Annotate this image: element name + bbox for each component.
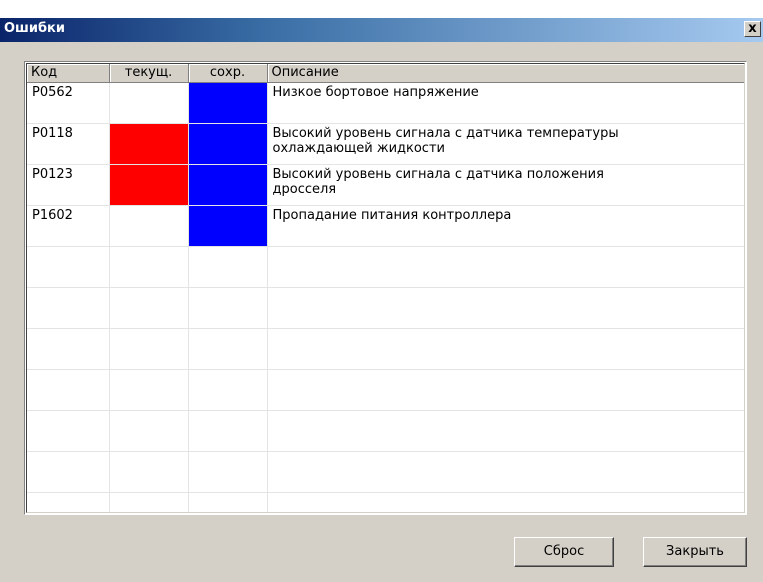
current-indicator: [109, 205, 189, 247]
current-indicator: [109, 123, 189, 165]
error-code-cell: P0123: [27, 164, 110, 206]
saved-indicator: [188, 82, 268, 124]
close-button[interactable]: Закрыть: [643, 537, 747, 567]
empty-row: [27, 369, 744, 411]
table-header: Код текущ. сохр. Описание: [27, 64, 744, 83]
empty-cell: [188, 451, 268, 493]
error-description: Пропадание питания контроллера: [272, 207, 512, 223]
empty-row: [27, 492, 744, 512]
table-row[interactable]: P1602 Пропадание питания контроллера: [27, 205, 744, 247]
empty-cell: [109, 451, 189, 493]
empty-cell: [27, 369, 110, 411]
column-header-saved[interactable]: сохр.: [188, 64, 268, 83]
empty-cell: [188, 287, 268, 329]
errors-list[interactable]: Код текущ. сохр. Описание P0562 Низкое бо…: [24, 61, 747, 515]
empty-cell: [188, 328, 268, 370]
empty-cell: [109, 287, 189, 329]
error-description-cell: Пропадание питания контроллера: [267, 205, 744, 247]
error-code-cell: P0562: [27, 82, 110, 124]
errors-table: Код текущ. сохр. Описание P0562 Низкое бо…: [27, 64, 744, 512]
table-row[interactable]: P0118 Высокий уровень сигнала с датчика т…: [27, 123, 744, 165]
empty-cell: [27, 451, 110, 493]
empty-cell: [109, 328, 189, 370]
current-indicator: [109, 82, 189, 124]
error-description: Высокий уровень сигнала с датчика положе…: [272, 166, 604, 197]
error-description: Высокий уровень сигнала с датчика темпер…: [272, 125, 619, 156]
empty-row: [27, 410, 744, 452]
empty-cell: [109, 492, 189, 512]
empty-row: [27, 328, 744, 370]
error-code-cell: P1602: [27, 205, 110, 247]
current-indicator: [109, 164, 189, 206]
empty-cell: [109, 410, 189, 452]
empty-cell: [27, 492, 110, 512]
column-header-current[interactable]: текущ.: [109, 64, 189, 83]
empty-cell: [109, 246, 189, 288]
errors-dialog: Ошибки x Код текущ. сохр. Описание P0562…: [0, 18, 763, 582]
empty-cell: [188, 492, 268, 512]
error-code: P0562: [32, 84, 73, 100]
column-header-code[interactable]: Код: [27, 64, 110, 83]
reset-button[interactable]: Сброс: [514, 537, 614, 567]
table-row[interactable]: P0562 Низкое бортовое напряжение: [27, 82, 744, 124]
table-row[interactable]: P0123 Высокий уровень сигнала с датчика п…: [27, 164, 744, 206]
saved-indicator: [188, 164, 268, 206]
empty-cell: [188, 369, 268, 411]
error-code: P1602: [32, 207, 73, 223]
empty-cell: [27, 410, 110, 452]
empty-cell: [267, 492, 744, 512]
empty-cell: [267, 369, 744, 411]
empty-cell: [27, 328, 110, 370]
error-description-cell: Высокий уровень сигнала с датчика темпер…: [267, 123, 744, 165]
empty-cell: [267, 451, 744, 493]
empty-cell: [267, 410, 744, 452]
empty-cell: [188, 410, 268, 452]
error-description-cell: Высокий уровень сигнала с датчика положе…: [267, 164, 744, 206]
empty-cell: [267, 328, 744, 370]
empty-cell: [27, 246, 110, 288]
saved-indicator: [188, 205, 268, 247]
column-header-description[interactable]: Описание: [267, 64, 744, 83]
empty-cell: [267, 287, 744, 329]
desktop-strip: [0, 0, 763, 18]
error-description-cell: Низкое бортовое напряжение: [267, 82, 744, 124]
error-code: P0123: [32, 166, 73, 182]
close-icon[interactable]: x: [744, 21, 761, 37]
saved-indicator: [188, 123, 268, 165]
errors-list-inner: Код текущ. сохр. Описание P0562 Низкое бо…: [26, 63, 745, 513]
window-title: Ошибки: [4, 21, 65, 36]
error-code: P0118: [32, 125, 73, 141]
empty-cell: [267, 246, 744, 288]
title-bar: Ошибки x: [0, 18, 763, 42]
table-body: P0562 Низкое бортовое напряжение P0118 Высо…: [27, 82, 744, 512]
empty-row: [27, 287, 744, 329]
error-description: Низкое бортовое напряжение: [272, 84, 479, 100]
error-code-cell: P0118: [27, 123, 110, 165]
empty-row: [27, 451, 744, 493]
empty-cell: [27, 287, 110, 329]
empty-row: [27, 246, 744, 288]
empty-cell: [188, 246, 268, 288]
empty-cell: [109, 369, 189, 411]
